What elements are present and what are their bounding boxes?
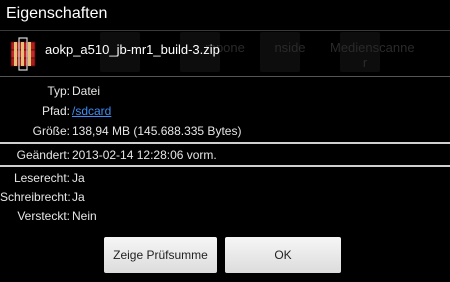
properties-dialog: Eigenschaften aokp_a510_jb-mr1_build-3.z… xyxy=(0,0,450,282)
property-label: Größe: xyxy=(32,124,70,138)
section-divider xyxy=(0,165,450,167)
property-label: Versteckt: xyxy=(17,209,70,223)
dialog-title: Eigenschaften xyxy=(6,5,108,22)
title-divider xyxy=(0,30,450,31)
file-name: aokp_a510_jb-mr1_build-3.zip xyxy=(45,42,220,57)
property-value: Ja xyxy=(72,171,85,185)
property-label: Leserecht: xyxy=(13,171,70,185)
show-checksum-button[interactable]: Zeige Prüfsumme xyxy=(104,237,217,273)
property-value: 2013-02-14 12:28:06 vorm. xyxy=(72,148,217,162)
property-value: Datei xyxy=(72,84,101,98)
property-value: Ja xyxy=(72,190,85,204)
property-label: Geändert: xyxy=(16,148,70,162)
file-header: aokp_a510_jb-mr1_build-3.zip xyxy=(0,36,450,76)
path-link[interactable]: /sdcard xyxy=(72,104,111,118)
ok-button[interactable]: OK xyxy=(225,237,341,273)
header-divider xyxy=(0,76,450,77)
property-value: Nein xyxy=(72,209,97,223)
property-label: Typ: xyxy=(47,84,70,98)
section-divider xyxy=(0,142,450,144)
property-value: 138,94 MB (145.688.335 Bytes) xyxy=(72,124,242,138)
property-label: Pfad: xyxy=(41,104,70,118)
archive-books-icon xyxy=(10,37,36,71)
property-label: Schreibrecht: xyxy=(0,190,71,204)
